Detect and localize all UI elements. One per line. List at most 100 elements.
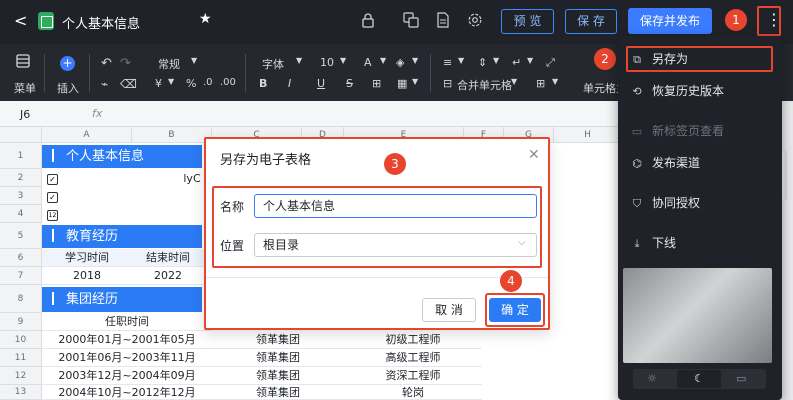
more-menu-button[interactable]: ⋮ — [757, 6, 782, 36]
text-rotate-icon[interactable]: ⤢ — [546, 56, 555, 70]
chevron-down-icon[interactable]: ▼ — [458, 56, 464, 65]
section-header-basic-info[interactable]: 个人基本信息 — [42, 145, 202, 168]
cell[interactable]: 2018 — [42, 267, 132, 285]
menu-item-publish-channel[interactable]: ⌬ 发布渠道 — [630, 154, 700, 172]
row-header[interactable]: 4 — [0, 205, 42, 223]
font-size-select[interactable]: 10 — [320, 56, 334, 69]
lock-icon[interactable] — [360, 12, 376, 28]
chevron-down-icon[interactable]: ▼ — [412, 77, 418, 86]
close-icon[interactable]: ✕ — [528, 147, 540, 163]
translate-icon[interactable] — [403, 12, 419, 28]
number-icon[interactable]: 12 — [47, 210, 58, 221]
scrollbar[interactable] — [782, 150, 787, 200]
cell[interactable]: 领革集团 — [212, 331, 344, 349]
cell[interactable]: 轮岗 — [344, 385, 482, 400]
location-select[interactable]: 根目录 — [254, 233, 537, 257]
dark-mode-icon[interactable]: ☾ — [677, 370, 721, 388]
save-button[interactable]: 保 存 — [565, 9, 617, 34]
fill-color-icon[interactable]: ◈ — [396, 56, 404, 69]
chevron-down-icon[interactable]: ▼ — [380, 56, 386, 65]
menu-item-save-as[interactable]: ⧉ 另存为 — [630, 50, 688, 68]
cell[interactable]: 2001年06月~2003年11月 — [42, 349, 212, 367]
percent-button[interactable]: % — [186, 77, 196, 90]
merge-cells-button[interactable]: 合并单元格 — [457, 77, 512, 93]
row-header[interactable]: 8 — [0, 285, 42, 313]
cell[interactable]: 领革集团 — [212, 385, 344, 400]
row-header[interactable]: 9 — [0, 313, 42, 331]
chevron-down-icon[interactable]: ▼ — [340, 56, 346, 65]
redo-icon[interactable]: ↷ — [120, 56, 131, 71]
cell[interactable]: 学习时间 — [42, 249, 132, 267]
column-header[interactable]: B — [132, 127, 212, 143]
text-wrap-icon[interactable]: ↵ — [512, 56, 521, 69]
vertical-align-icon[interactable]: ⇕ — [478, 56, 487, 69]
corner-select-all[interactable] — [0, 127, 42, 143]
cell[interactable]: lyC — [180, 172, 204, 185]
chevron-down-icon[interactable]: ▼ — [527, 56, 533, 65]
cell[interactable]: 2022 — [132, 267, 204, 285]
font-color-icon[interactable]: A — [364, 56, 372, 69]
cell[interactable]: 2003年12月~2004年09月 — [42, 367, 212, 385]
currency-button[interactable]: ¥ — [155, 77, 162, 90]
chevron-down-icon[interactable]: ▼ — [191, 56, 197, 65]
chevron-down-icon[interactable]: ▼ — [296, 56, 302, 65]
name-input[interactable]: 个人基本信息 — [254, 194, 537, 218]
save-and-publish-button[interactable]: 保存并发布 — [628, 8, 712, 34]
strikethrough-button[interactable]: S — [346, 77, 353, 90]
cell[interactable]: 结束时间 — [132, 249, 204, 267]
conditional-format-icon[interactable]: ⊞ — [536, 77, 545, 90]
document-icon[interactable] — [435, 12, 451, 28]
menu-item-collaboration[interactable]: ⛉ 协同授权 — [630, 194, 700, 212]
system-mode-icon[interactable]: ▭ — [736, 372, 746, 385]
cell[interactable]: 高级工程师 — [344, 349, 482, 367]
row-header[interactable]: 1 — [0, 143, 42, 169]
cell[interactable]: 领革集团 — [212, 367, 344, 385]
row-header[interactable]: 7 — [0, 267, 42, 285]
borders-icon[interactable]: ⊞ — [372, 77, 381, 90]
checkbox-icon[interactable]: ✓ — [47, 174, 58, 185]
menu-item-offline[interactable]: ⤓ 下线 — [630, 234, 676, 252]
cell-reference[interactable]: J6 — [20, 108, 30, 121]
insert-plus-icon[interactable]: + — [60, 56, 75, 71]
underline-button[interactable]: U — [317, 77, 325, 90]
settings-gear-icon[interactable] — [467, 12, 483, 28]
checkbox-icon[interactable]: ✓ — [47, 192, 58, 203]
row-header[interactable]: 10 — [0, 331, 42, 349]
row-header[interactable]: 6 — [0, 249, 42, 267]
column-header[interactable]: H — [554, 127, 622, 143]
eraser-icon[interactable]: ⌫ — [120, 77, 137, 91]
back-icon[interactable]: < — [14, 11, 27, 30]
chevron-down-icon[interactable]: ▼ — [552, 77, 558, 86]
document-title[interactable]: 个人基本信息 — [62, 13, 140, 32]
chevron-down-icon[interactable]: ▼ — [511, 77, 517, 86]
cell[interactable]: 2000年01月~2001年05月 — [42, 331, 212, 349]
chevron-down-icon[interactable]: ▼ — [168, 77, 174, 86]
light-mode-icon[interactable]: ☼ — [647, 372, 657, 385]
menu-icon[interactable] — [13, 54, 33, 71]
format-painter-icon[interactable]: ⌁ — [101, 77, 108, 91]
chevron-down-icon[interactable]: ▼ — [412, 56, 418, 65]
cancel-button[interactable]: 取 消 — [422, 298, 476, 322]
confirm-button[interactable]: 确 定 — [489, 298, 541, 322]
cell[interactable]: 2004年10月~2012年12月 — [42, 385, 212, 400]
decimal-increase-icon[interactable]: .00 — [220, 77, 236, 88]
undo-icon[interactable]: ↶ — [101, 56, 112, 71]
star-icon[interactable]: ★ — [199, 11, 212, 27]
align-left-icon[interactable]: ≡ — [443, 56, 452, 69]
menu-item-restore-history[interactable]: ⟲ 恢复历史版本 — [630, 82, 724, 100]
bold-button[interactable]: B — [259, 77, 267, 90]
row-header[interactable]: 2 — [0, 169, 42, 187]
italic-button[interactable]: I — [288, 77, 291, 90]
decimal-decrease-icon[interactable]: .0 — [203, 77, 213, 88]
section-header-education[interactable]: 教育经历 — [42, 225, 202, 248]
cell[interactable]: 资深工程师 — [344, 367, 482, 385]
font-family-select[interactable]: 字体 — [262, 56, 284, 72]
clear-format-icon[interactable]: ▦ — [397, 77, 407, 90]
row-header[interactable]: 3 — [0, 187, 42, 205]
chevron-down-icon[interactable]: ⌵ — [518, 237, 526, 248]
number-format-select[interactable]: 常规 — [158, 56, 180, 72]
row-header[interactable]: 5 — [0, 223, 42, 249]
row-header[interactable]: 12 — [0, 367, 42, 385]
row-header[interactable]: 11 — [0, 349, 42, 367]
chevron-down-icon[interactable]: ▼ — [493, 56, 499, 65]
